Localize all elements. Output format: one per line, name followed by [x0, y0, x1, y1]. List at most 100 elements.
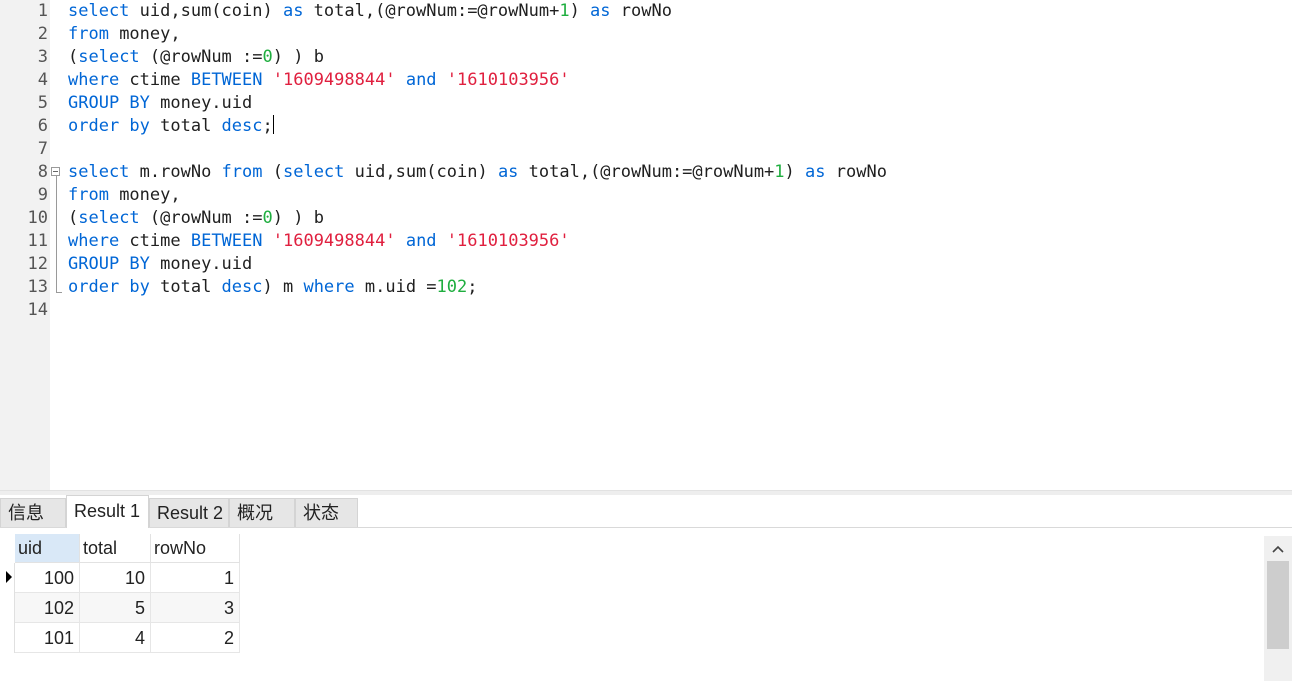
table-cell[interactable]: 4	[80, 623, 151, 653]
code-line[interactable]: where ctime BETWEEN '1609498844' and '16…	[68, 230, 570, 253]
code-token: select	[68, 1, 130, 21]
code-line[interactable]: GROUP BY money.uid	[68, 253, 252, 276]
table-cell[interactable]: 3	[151, 593, 240, 623]
code-token: BETWEEN	[190, 231, 263, 251]
line-number: 11	[27, 231, 48, 251]
sql-editor[interactable]: 1 2 3 4 5 6 7 8 9 10 11 12 13 14 select …	[0, 0, 1292, 490]
code-line[interactable]: select uid,sum(coin) as total,(@rowNum:=…	[68, 0, 672, 23]
fold-toggle-icon[interactable]	[51, 167, 60, 176]
column-header-uid[interactable]: uid	[15, 534, 80, 563]
vertical-scrollbar[interactable]	[1264, 536, 1292, 681]
tab-result-2[interactable]: Result 2	[149, 498, 229, 527]
table-cell[interactable]: 102	[15, 593, 80, 623]
code-token: total,(@rowNum:=@rowNum+	[518, 162, 775, 182]
code-token: money.uid	[149, 93, 253, 113]
code-token: m.rowNo	[129, 162, 222, 182]
line-number: 6	[37, 116, 48, 136]
code-token: 1	[774, 162, 785, 182]
code-token: uid,sum(coin)	[129, 1, 283, 21]
code-token: rowNo	[825, 162, 887, 182]
code-token: order by	[68, 116, 150, 136]
line-number: 7	[37, 139, 48, 159]
scrollbar-thumb[interactable]	[1267, 561, 1289, 649]
code-token: GROUP BY	[68, 254, 150, 274]
table-cell[interactable]: 1	[151, 563, 240, 593]
code-token: (@rowNum :=	[139, 208, 263, 228]
result-tab-bar: 信息 Result 1 Result 2 概况 状态	[0, 495, 1292, 528]
code-line[interactable]: from money,	[68, 184, 181, 207]
table-cell[interactable]: 10	[80, 563, 151, 593]
line-number: 13	[27, 277, 48, 297]
line-number: 5	[37, 93, 48, 113]
text-caret	[272, 115, 274, 134]
table-cell[interactable]: 100	[15, 563, 80, 593]
fold-guide-end	[56, 292, 62, 293]
code-token: (	[68, 47, 79, 67]
code-token: as	[497, 162, 519, 182]
code-token: select	[78, 47, 140, 67]
code-token: where	[303, 277, 355, 297]
line-number: 9	[37, 185, 48, 205]
code-token: '1609498844'	[272, 231, 396, 251]
code-token: ctime	[119, 70, 191, 90]
code-token: money,	[108, 24, 181, 44]
code-line[interactable]: where ctime BETWEEN '1609498844' and '16…	[68, 69, 570, 92]
code-token: money,	[108, 185, 181, 205]
code-token: 0	[262, 47, 273, 67]
code-token: desc	[221, 116, 263, 136]
column-header-rowno[interactable]: rowNo	[151, 534, 240, 563]
table-cell[interactable]: 5	[80, 593, 151, 623]
chevron-up-icon[interactable]	[1264, 536, 1292, 560]
code-token: select	[68, 162, 130, 182]
line-number: 3	[37, 47, 48, 67]
code-line[interactable]: GROUP BY money.uid	[68, 92, 252, 115]
code-line[interactable]: (select (@rowNum :=0) ) b	[68, 46, 324, 69]
line-number: 1	[37, 1, 48, 21]
code-token: ) ) b	[272, 47, 324, 67]
tab-result-1[interactable]: Result 1	[66, 495, 149, 528]
code-token: (@rowNum :=	[139, 47, 263, 67]
result-grid[interactable]: uid total rowNo 100 10 1 102 5 3 101 4 2	[0, 528, 1264, 681]
table-cell[interactable]: 101	[15, 623, 80, 653]
table-cell[interactable]: 2	[151, 623, 240, 653]
code-token: select	[78, 208, 140, 228]
code-token: (	[68, 208, 79, 228]
code-token: rowNo	[610, 1, 672, 21]
code-token: and	[405, 70, 437, 90]
fold-guide	[56, 176, 57, 292]
code-token: ) m	[262, 277, 304, 297]
code-token: uid,sum(coin)	[344, 162, 498, 182]
code-token: where	[68, 231, 120, 251]
code-token: 1	[559, 1, 570, 21]
code-line[interactable]: order by total desc) m where m.uid =102;	[68, 276, 478, 299]
code-token: '1610103956'	[446, 70, 570, 90]
code-token: 102	[436, 277, 468, 297]
code-token: total	[149, 277, 222, 297]
code-token: order by	[68, 277, 150, 297]
code-token: (	[262, 162, 283, 182]
code-token: '1609498844'	[272, 70, 396, 90]
code-token: )	[569, 1, 591, 21]
tab-status[interactable]: 状态	[295, 498, 358, 527]
code-line[interactable]: order by total desc;	[68, 115, 274, 138]
code-line[interactable]: (select (@rowNum :=0) ) b	[68, 207, 324, 230]
code-token: as	[590, 1, 611, 21]
line-number: 14	[27, 300, 48, 320]
column-header-total[interactable]: total	[80, 534, 151, 563]
tab-overview[interactable]: 概况	[229, 498, 295, 527]
code-token: GROUP BY	[68, 93, 150, 113]
code-token: total	[149, 116, 222, 136]
code-line[interactable]: select m.rowNo from (select uid,sum(coin…	[68, 161, 887, 184]
code-token: total,(@rowNum:=@rowNum+	[303, 1, 560, 21]
line-number-gutter: 1 2 3 4 5 6 7 8 9 10 11 12 13 14	[0, 0, 50, 490]
code-token: select	[282, 162, 345, 182]
code-line[interactable]: from money,	[68, 23, 181, 46]
code-token: from	[68, 24, 109, 44]
tab-info[interactable]: 信息	[0, 498, 66, 527]
